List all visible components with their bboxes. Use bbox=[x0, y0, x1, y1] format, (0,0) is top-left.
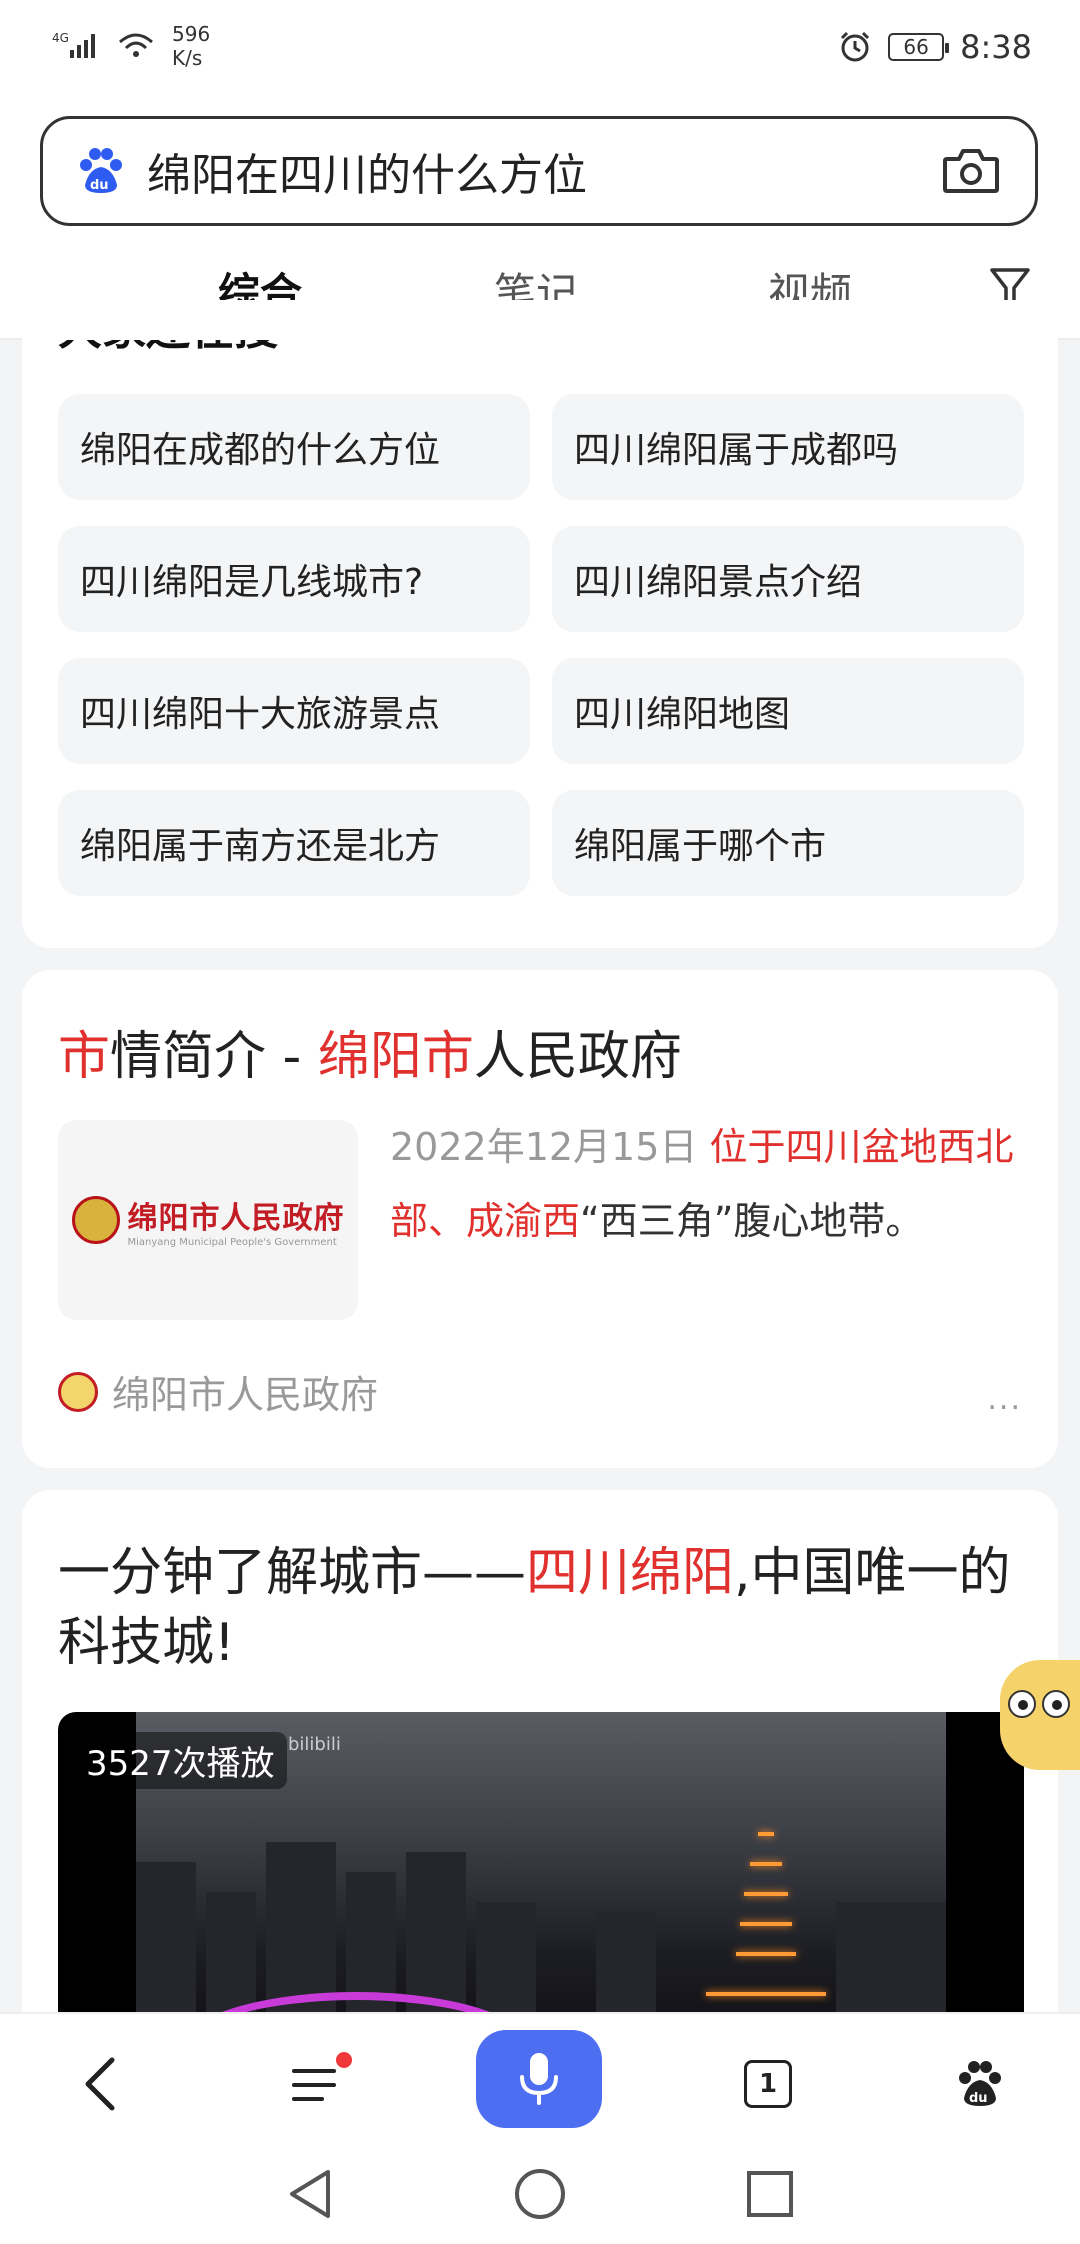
thumbnail-text: 绵阳市人民政府 Mianyang Municipal People's Gove… bbox=[128, 1193, 345, 1248]
related-search-chip[interactable]: 绵阳属于哪个市 bbox=[552, 790, 1024, 896]
back-arrow-icon bbox=[85, 2057, 115, 2111]
title-highlight: 市 bbox=[58, 1027, 111, 1087]
more-options-icon[interactable]: ... bbox=[987, 1382, 1022, 1417]
mascot-eye bbox=[1008, 1690, 1036, 1718]
snippet-text: “西三角”腹心地带。 bbox=[580, 1199, 924, 1243]
network-speed: 596 K/s bbox=[172, 22, 210, 70]
battery-indicator: 66 bbox=[888, 33, 950, 61]
city-building bbox=[136, 1862, 196, 2032]
network-speed-unit: K/s bbox=[172, 46, 203, 70]
nav-recents-icon[interactable] bbox=[740, 2164, 800, 2224]
status-left: 4G 596 K/s bbox=[52, 22, 210, 70]
related-search-chip[interactable]: 四川绵阳地图 bbox=[552, 658, 1024, 764]
microphone-icon bbox=[520, 2053, 558, 2105]
pagoda-light bbox=[758, 1832, 774, 1836]
title-highlight: 绵阳市 bbox=[317, 1027, 474, 1087]
result-snippet: 2022年12月15日 位于四川盆地西北部、成渝西“西三角”腹心地带。 bbox=[390, 1110, 1030, 1258]
home-button[interactable]: du bbox=[940, 2034, 1020, 2134]
pagoda-tower bbox=[706, 1832, 826, 2032]
pagoda-light bbox=[744, 1892, 788, 1896]
notification-dot bbox=[336, 2052, 352, 2068]
svg-text:du: du bbox=[969, 2091, 988, 2106]
tabs-button[interactable]: 1 bbox=[728, 2034, 808, 2134]
search-box[interactable]: du 绵阳在四川的什么方位 bbox=[40, 116, 1038, 226]
title-text: 一分钟了解城市—— bbox=[58, 1543, 527, 1603]
back-button[interactable] bbox=[60, 2034, 140, 2134]
search-input[interactable]: 绵阳在四川的什么方位 bbox=[147, 139, 941, 203]
title-highlight: 四川绵阳 bbox=[526, 1543, 735, 1603]
thumbnail-logo: 绵阳市人民政府 Mianyang Municipal People's Gove… bbox=[71, 1193, 345, 1248]
baidu-paw-icon: du bbox=[959, 2061, 1001, 2106]
video-player[interactable]: bilibili 3527次播放 bbox=[58, 1712, 1024, 2032]
network-speed-value: 596 bbox=[172, 22, 211, 46]
status-bar: 4G 596 K/s 66 8:38 bbox=[0, 0, 1080, 100]
cellular-signal-icon: 4G bbox=[52, 31, 95, 58]
nav-home-icon[interactable] bbox=[510, 2164, 570, 2224]
related-search-chip[interactable]: 绵阳在成都的什么方位 bbox=[58, 394, 530, 500]
search-result-card[interactable]: 市情简介 - 绵阳市人民政府 绵阳市人民政府 Mianyang Municipa… bbox=[22, 970, 1058, 1468]
voice-search-button[interactable] bbox=[476, 2030, 602, 2128]
related-searches-card: 绵阳在成都的什么方位 四川绵阳属于成都吗 四川绵阳是几线城市? 四川绵阳景点介绍… bbox=[22, 300, 1058, 948]
pagoda-light bbox=[736, 1952, 796, 1956]
related-search-chip[interactable]: 四川绵阳是几线城市? bbox=[58, 526, 530, 632]
wifi-icon bbox=[119, 33, 153, 57]
video-result-title[interactable]: 一分钟了解城市——四川绵阳,中国唯一的科技城! bbox=[58, 1538, 1038, 1678]
pagoda-light bbox=[706, 1992, 826, 1996]
mascot-eye bbox=[1042, 1690, 1070, 1718]
bottom-toolbar: 1 du bbox=[0, 2012, 1080, 2142]
result-thumbnail[interactable]: 绵阳市人民政府 Mianyang Municipal People's Gove… bbox=[58, 1120, 358, 1320]
national-emblem-icon bbox=[71, 1196, 120, 1244]
result-date: 2022年12月15日 bbox=[390, 1125, 698, 1169]
system-navigation-bar bbox=[0, 2142, 1080, 2244]
title-text: 情简介 - bbox=[110, 1027, 318, 1087]
nav-back-icon[interactable] bbox=[280, 2164, 340, 2224]
emblem-icon bbox=[58, 1371, 98, 1412]
play-count-badge: 3527次播放 bbox=[74, 1732, 287, 1789]
result-title[interactable]: 市情简介 - 绵阳市人民政府 bbox=[58, 1014, 682, 1089]
baidu-paw-icon[interactable]: du bbox=[75, 145, 127, 197]
thumbnail-subtitle: Mianyang Municipal People's Government bbox=[127, 1236, 337, 1248]
related-search-chip[interactable]: 四川绵阳属于成都吗 bbox=[552, 394, 1024, 500]
source-name: 绵阳市人民政府 bbox=[112, 1373, 379, 1417]
clock: 8:38 bbox=[960, 28, 1032, 66]
result-source[interactable]: 绵阳市人民政府 bbox=[58, 1364, 378, 1419]
camera-icon[interactable] bbox=[941, 145, 1001, 197]
status-right: 66 8:38 bbox=[838, 28, 1032, 66]
signal-type-text: 4G bbox=[52, 31, 69, 45]
floating-mascot-icon[interactable] bbox=[1000, 1660, 1080, 1770]
menu-button[interactable] bbox=[272, 2034, 356, 2134]
title-text: 人民政府 bbox=[473, 1027, 682, 1087]
video-watermark: bilibili bbox=[288, 1734, 341, 1755]
svg-text:du: du bbox=[90, 178, 109, 193]
related-search-chip[interactable]: 四川绵阳景点介绍 bbox=[552, 526, 1024, 632]
menu-icon bbox=[292, 2069, 336, 2101]
related-search-chip[interactable]: 绵阳属于南方还是北方 bbox=[58, 790, 530, 896]
thumbnail-title: 绵阳市人民政府 bbox=[127, 1200, 345, 1236]
tab-count: 1 bbox=[744, 2060, 792, 2108]
alarm-icon bbox=[841, 31, 870, 62]
related-search-chip[interactable]: 四川绵阳十大旅游景点 bbox=[58, 658, 530, 764]
related-searches-heading: 大家还在搜 bbox=[58, 340, 278, 380]
pagoda-light bbox=[740, 1922, 792, 1926]
pagoda-light bbox=[750, 1862, 782, 1866]
